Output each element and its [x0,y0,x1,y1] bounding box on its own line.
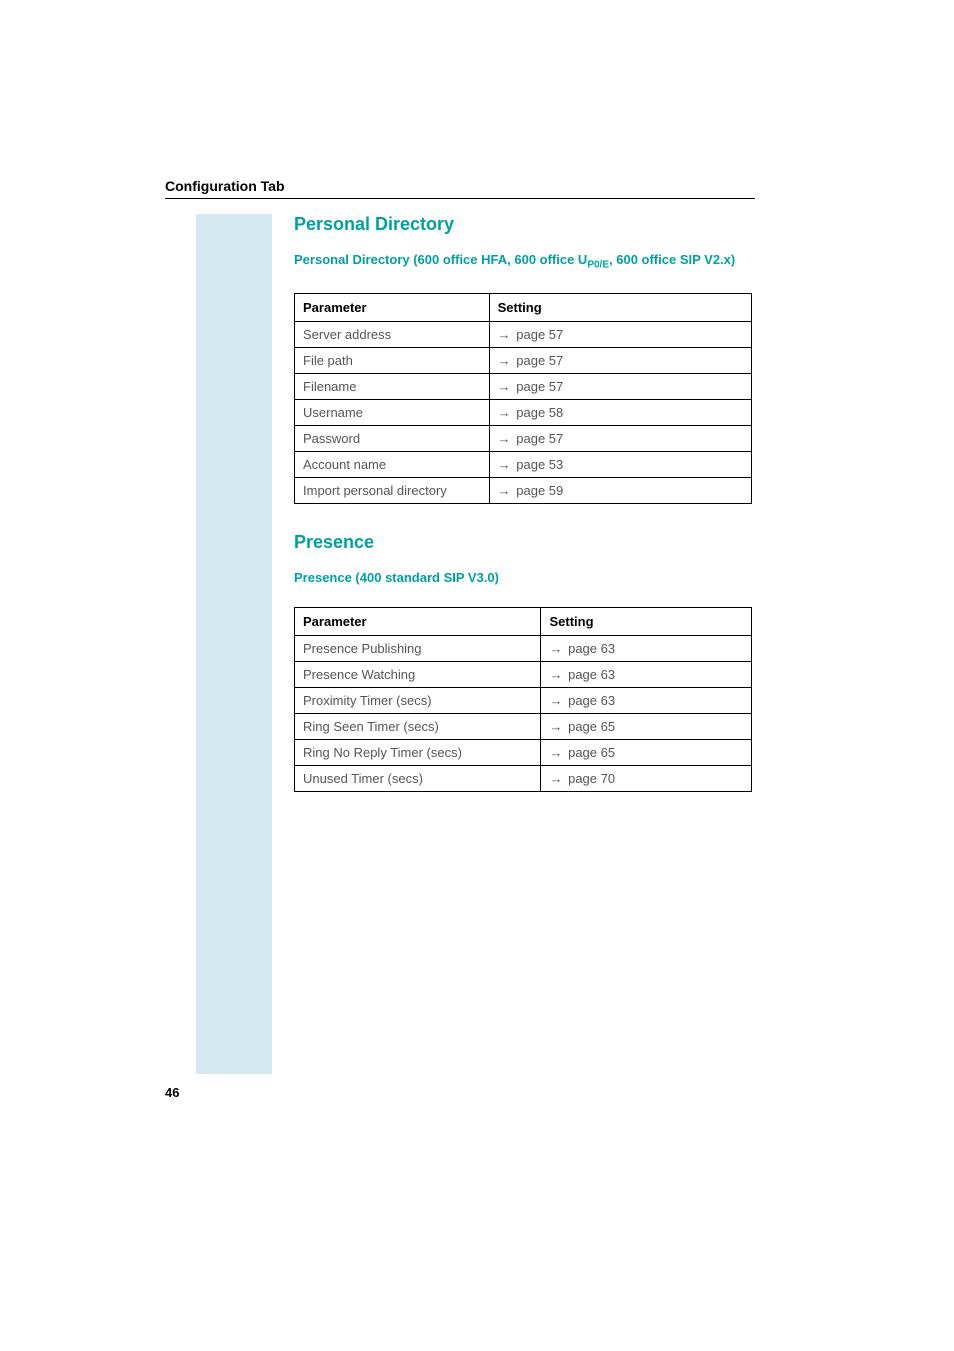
page-number: 46 [165,1085,179,1100]
page-ref: page 63 [568,641,615,656]
setting-cell[interactable]: → page 70 [541,765,752,791]
table-header-row: Parameter Setting [295,293,752,321]
param-cell: Account name [295,451,490,477]
table-row: Unused Timer (secs) → page 70 [295,765,752,791]
header-title: Configuration Tab [165,178,285,194]
table-row: Import personal directory → page 59 [295,477,752,503]
param-cell: Presence Watching [295,661,541,687]
page-ref: page 53 [516,457,563,472]
param-cell: Import personal directory [295,477,490,503]
setting-cell[interactable]: → page 58 [489,399,751,425]
setting-cell[interactable]: → page 63 [541,635,752,661]
section2-subtitle: Presence (400 standard SIP V3.0) [294,569,752,587]
arrow-icon: → [549,719,562,734]
param-cell: Proximity Timer (secs) [295,687,541,713]
table-header-row: Parameter Setting [295,607,752,635]
section1-title: Personal Directory [294,214,752,235]
setting-cell[interactable]: → page 59 [489,477,751,503]
setting-cell[interactable]: → page 57 [489,321,751,347]
arrow-icon: → [498,327,511,342]
table-row: Account name → page 53 [295,451,752,477]
setting-cell[interactable]: → page 57 [489,347,751,373]
setting-cell[interactable]: → page 63 [541,687,752,713]
arrow-icon: → [498,457,511,472]
col-header-setting: Setting [541,607,752,635]
col-header-parameter: Parameter [295,607,541,635]
presence-table: Parameter Setting Presence Publishing → … [294,607,752,792]
page-ref: page 57 [516,431,563,446]
arrow-icon: → [498,353,511,368]
arrow-icon: → [549,693,562,708]
arrow-icon: → [498,379,511,394]
arrow-icon: → [498,431,511,446]
param-cell: Unused Timer (secs) [295,765,541,791]
sidebar-decoration [196,214,272,1074]
param-cell: Password [295,425,490,451]
page-ref: page 57 [516,353,563,368]
setting-cell[interactable]: → page 57 [489,373,751,399]
page-ref: page 63 [568,693,615,708]
table-row: Proximity Timer (secs) → page 63 [295,687,752,713]
param-cell: File path [295,347,490,373]
setting-cell[interactable]: → page 65 [541,713,752,739]
param-cell: Ring Seen Timer (secs) [295,713,541,739]
page-ref: page 65 [568,745,615,760]
table-row: Presence Watching → page 63 [295,661,752,687]
page-ref: page 65 [568,719,615,734]
subtitle-part2: , 600 office SIP V2.x) [609,252,735,267]
col-header-parameter: Parameter [295,293,490,321]
table-row: Filename → page 57 [295,373,752,399]
param-cell: Presence Publishing [295,635,541,661]
page-ref: page 57 [516,327,563,342]
param-cell: Filename [295,373,490,399]
page-ref: page 57 [516,379,563,394]
content-area: Personal Directory Personal Directory (6… [294,214,752,820]
setting-cell[interactable]: → page 65 [541,739,752,765]
table-row: Ring Seen Timer (secs) → page 65 [295,713,752,739]
arrow-icon: → [549,745,562,760]
page-ref: page 59 [516,483,563,498]
table-row: File path → page 57 [295,347,752,373]
table-row: Username → page 58 [295,399,752,425]
arrow-icon: → [498,405,511,420]
table-row: Presence Publishing → page 63 [295,635,752,661]
page-ref: page 58 [516,405,563,420]
table-row: Server address → page 57 [295,321,752,347]
table-row: Ring No Reply Timer (secs) → page 65 [295,739,752,765]
page-header: Configuration Tab [165,178,285,194]
header-underline [165,198,755,199]
arrow-icon: → [549,641,562,656]
table-row: Password → page 57 [295,425,752,451]
personal-directory-table: Parameter Setting Server address → page … [294,293,752,504]
page-ref: page 63 [568,667,615,682]
param-cell: Server address [295,321,490,347]
subtitle-subscript: P0/E [587,260,609,271]
arrow-icon: → [498,483,511,498]
section2-title: Presence [294,532,752,553]
page-ref: page 70 [568,771,615,786]
setting-cell[interactable]: → page 53 [489,451,751,477]
param-cell: Ring No Reply Timer (secs) [295,739,541,765]
col-header-setting: Setting [489,293,751,321]
arrow-icon: → [549,667,562,682]
param-cell: Username [295,399,490,425]
subtitle-part1: Personal Directory (600 office HFA, 600 … [294,252,587,267]
setting-cell[interactable]: → page 63 [541,661,752,687]
setting-cell[interactable]: → page 57 [489,425,751,451]
section1-subtitle: Personal Directory (600 office HFA, 600 … [294,251,752,273]
arrow-icon: → [549,771,562,786]
